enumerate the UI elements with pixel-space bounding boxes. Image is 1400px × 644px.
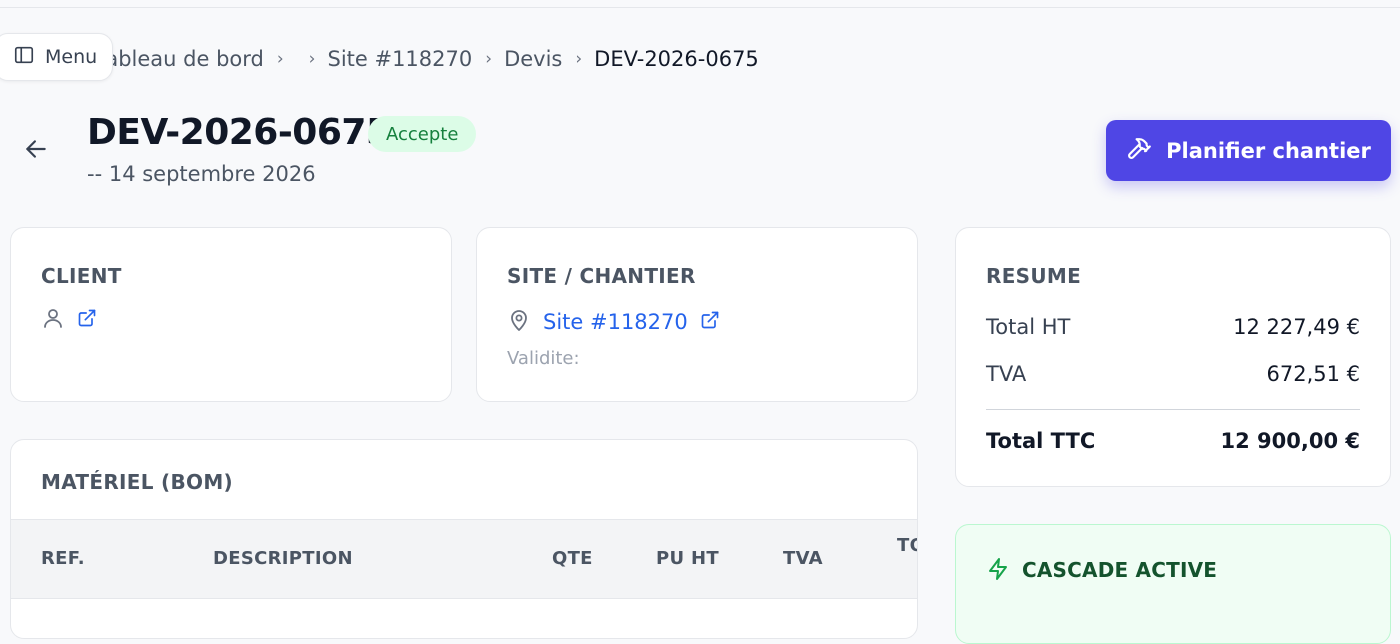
breadcrumb: Tableau de bord › › Site #118270 › Devis… bbox=[96, 45, 759, 73]
client-card: CLIENT bbox=[10, 227, 452, 402]
summary-label: Total HT bbox=[986, 315, 1071, 339]
map-pin-icon bbox=[507, 308, 531, 336]
chevron-right-icon: › bbox=[276, 49, 284, 69]
summary-row-tva: TVA 672,51 € bbox=[986, 362, 1360, 386]
chevron-right-icon: › bbox=[308, 49, 316, 69]
page-subtitle: -- 14 septembre 2026 bbox=[87, 162, 316, 186]
site-row: Site #118270 bbox=[507, 308, 720, 336]
column-header-qty[interactable]: QTE bbox=[552, 548, 593, 569]
sidebar-panel-icon bbox=[13, 44, 35, 71]
chevron-right-icon: › bbox=[575, 49, 583, 69]
status-badge: Accepte bbox=[368, 116, 477, 152]
column-header-ref[interactable]: REF. bbox=[41, 548, 85, 569]
summary-divider bbox=[986, 409, 1360, 410]
column-header-total[interactable]: TOTAL bbox=[897, 535, 917, 556]
bom-card-title: MATÉRIEL (BOM) bbox=[41, 470, 233, 494]
validity-label: Validite: bbox=[507, 348, 580, 369]
menu-button-label: Menu bbox=[45, 46, 98, 68]
summary-label: TVA bbox=[986, 362, 1027, 386]
summary-card: RESUME Total HT 12 227,49 € TVA 672,51 €… bbox=[955, 227, 1391, 487]
client-row bbox=[41, 306, 97, 334]
bom-card: MATÉRIEL (BOM) REF. DESCRIPTION QTE PU H… bbox=[10, 439, 918, 639]
summary-value: 672,51 € bbox=[1266, 362, 1360, 386]
hammer-icon bbox=[1126, 135, 1152, 166]
top-divider bbox=[0, 7, 1400, 8]
external-link-icon[interactable] bbox=[77, 308, 97, 332]
external-link-icon[interactable] bbox=[700, 310, 720, 334]
breadcrumb-item-devis[interactable]: Devis bbox=[504, 47, 562, 71]
bom-table-header: REF. DESCRIPTION QTE PU HT TVA TOTAL bbox=[11, 519, 917, 599]
cascade-card: CASCADE ACTIVE bbox=[955, 524, 1391, 644]
summary-card-title: RESUME bbox=[986, 264, 1082, 288]
menu-button[interactable]: Menu bbox=[0, 33, 113, 81]
site-card-title: SITE / CHANTIER bbox=[507, 264, 696, 288]
site-card: SITE / CHANTIER Site #118270 Validite: bbox=[476, 227, 918, 402]
user-icon bbox=[41, 306, 65, 334]
plan-site-button-label: Planifier chantier bbox=[1166, 138, 1371, 163]
plan-site-button[interactable]: Planifier chantier bbox=[1106, 120, 1391, 181]
back-button[interactable] bbox=[22, 137, 50, 165]
cascade-title: CASCADE ACTIVE bbox=[1022, 558, 1218, 582]
breadcrumb-item-site[interactable]: Site #118270 bbox=[327, 47, 472, 71]
summary-row-total-ht: Total HT 12 227,49 € bbox=[986, 315, 1360, 339]
chevron-right-icon: › bbox=[485, 49, 493, 69]
page-title: DEV-2026-0675 bbox=[87, 112, 391, 153]
breadcrumb-current: DEV-2026-0675 bbox=[594, 47, 759, 71]
site-link[interactable]: Site #118270 bbox=[543, 310, 688, 334]
column-header-description[interactable]: DESCRIPTION bbox=[213, 548, 353, 569]
column-header-tva[interactable]: TVA bbox=[783, 548, 823, 569]
breadcrumb-item-dashboard[interactable]: Tableau de bord bbox=[96, 47, 264, 71]
summary-total-value: 12 900,00 € bbox=[1220, 429, 1361, 453]
client-card-title: CLIENT bbox=[41, 264, 122, 288]
column-header-unit-price[interactable]: PU HT bbox=[656, 548, 719, 569]
summary-value: 12 227,49 € bbox=[1233, 315, 1360, 339]
lightning-icon bbox=[986, 557, 1010, 583]
summary-total-label: Total TTC bbox=[986, 429, 1096, 453]
arrow-left-icon bbox=[23, 136, 49, 166]
summary-row-total-ttc: Total TTC 12 900,00 € bbox=[986, 429, 1360, 453]
